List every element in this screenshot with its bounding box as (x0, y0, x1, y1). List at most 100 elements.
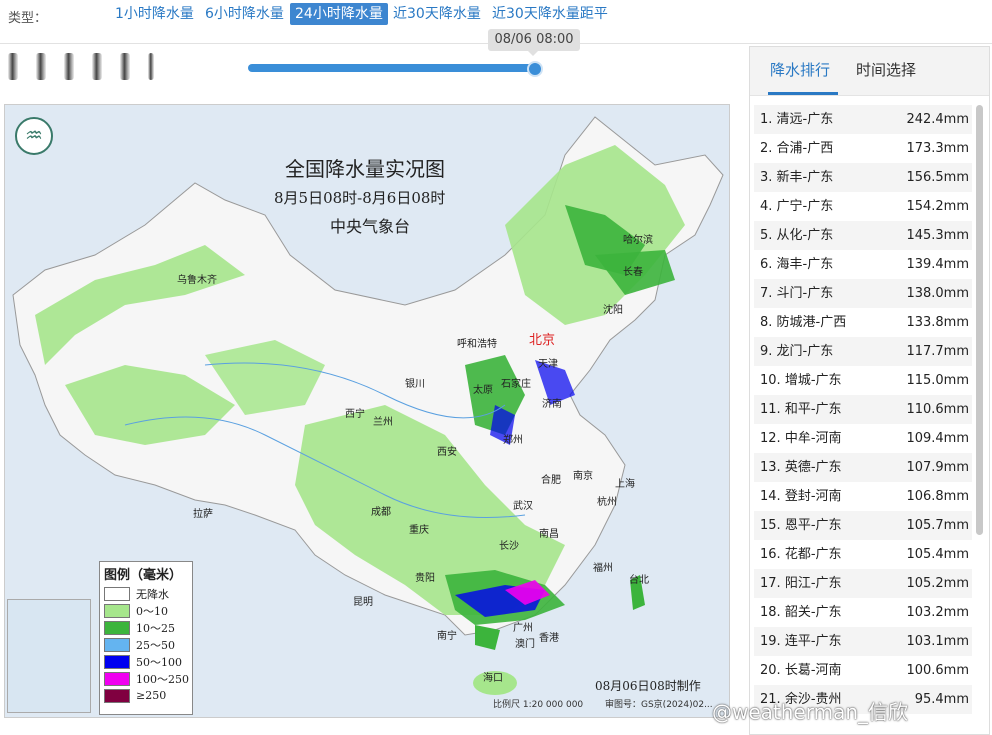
precip-map: ♒ 全国降水量实况图 8月5日08时-8月6日08时 中央气象台 哈尔滨 长春 … (4, 104, 730, 718)
city-label: 武汉 (513, 501, 533, 512)
ranking-rank: 10. (760, 373, 781, 388)
panel-tabs: 降水排行 时间选择 (750, 47, 989, 96)
city-label: 台北 (629, 575, 649, 586)
frame-thumb[interactable] (36, 53, 46, 80)
ranking-name: 增城-广东 (784, 373, 842, 388)
ranking-station: 14. 登封-河南 (760, 482, 842, 511)
map-org: 中央气象台 (330, 217, 411, 236)
ranking-row[interactable]: 9. 龙门-广东 117.7mm (754, 337, 972, 366)
ranking-row[interactable]: 2. 合浦-广西 173.3mm (754, 134, 972, 163)
ranking-rank: 17. (760, 576, 781, 591)
legend-item: 100～250 (100, 670, 192, 687)
frame-thumb[interactable] (148, 53, 154, 80)
tab-30d-anomaly[interactable]: 近30天降水量距平 (487, 3, 613, 25)
time-slider-handle[interactable] (527, 61, 543, 77)
legend-swatch (104, 637, 130, 652)
tab-1h-precip[interactable]: 1小时降水量 (110, 3, 199, 25)
ranking-station: 1. 清远-广东 (760, 105, 833, 134)
ranking-value: 110.6mm (906, 402, 969, 417)
city-label: 昆明 (353, 597, 373, 608)
ranking-rank: 6. (760, 257, 773, 272)
city-label: 长沙 (499, 541, 519, 552)
city-label: 太原 (473, 385, 493, 396)
ranking-name: 英德-广东 (784, 460, 842, 475)
ranking-row[interactable]: 20. 长葛-河南 100.6mm (754, 656, 972, 685)
frame-thumb[interactable] (64, 53, 74, 80)
legend-item: 10～25 (100, 619, 192, 636)
ranking-row[interactable]: 13. 英德-广东 107.9mm (754, 453, 972, 482)
ranking-rank: 3. (760, 170, 773, 185)
tab-30d-precip[interactable]: 近30天降水量 (388, 3, 486, 25)
legend-swatch (104, 671, 130, 686)
ranking-value: 138.0mm (906, 286, 969, 301)
time-slider[interactable] (248, 64, 538, 72)
ranking-value: 109.4mm (906, 431, 969, 446)
city-label: 上海 (615, 479, 635, 490)
ranking-name: 广宁-广东 (776, 199, 834, 214)
city-label: 杭州 (597, 497, 617, 508)
tab-time-select[interactable]: 时间选择 (856, 59, 916, 80)
ranking-row[interactable]: 11. 和平-广东 110.6mm (754, 395, 972, 424)
ranking-station: 19. 连平-广东 (760, 627, 842, 656)
ranking-rank: 4. (760, 199, 773, 214)
ranking-row[interactable]: 18. 韶关-广东 103.2mm (754, 598, 972, 627)
ranking-rank: 5. (760, 228, 773, 243)
ranking-row[interactable]: 16. 花都-广东 105.4mm (754, 540, 972, 569)
ranking-row[interactable]: 8. 防城港-广西 133.8mm (754, 308, 972, 337)
city-label: 兰州 (373, 417, 393, 428)
ranking-value: 133.8mm (906, 315, 969, 330)
ranking-value: 139.4mm (906, 257, 969, 272)
ranking-rank: 18. (760, 605, 781, 620)
ranking-row[interactable]: 1. 清远-广东 242.4mm (754, 105, 972, 134)
ranking-name: 新丰-广东 (776, 170, 834, 185)
ranking-row[interactable]: 15. 恩平-广东 105.7mm (754, 511, 972, 540)
ranking-row[interactable]: 7. 斗门-广东 138.0mm (754, 279, 972, 308)
ranking-station: 13. 英德-广东 (760, 453, 842, 482)
map-scale: 比例尺 1:20 000 000 (493, 700, 584, 710)
watermark: @weatherman_信欣 (712, 700, 909, 724)
tab-24h-precip[interactable]: 24小时降水量 (290, 3, 388, 25)
ranking-station: 6. 海丰-广东 (760, 250, 833, 279)
ranking-row[interactable]: 12. 中牟-河南 109.4mm (754, 424, 972, 453)
ranking-value: 117.7mm (906, 344, 969, 359)
ranking-list: 1. 清远-广东 242.4mm 2. 合浦-广西 173.3mm 3. 新丰-广东 15… (754, 105, 972, 714)
frame-thumb[interactable] (120, 53, 130, 80)
ranking-row[interactable]: 3. 新丰-广东 156.5mm (754, 163, 972, 192)
city-label: 香港 (539, 633, 559, 644)
ranking-rank: 12. (760, 431, 781, 446)
ranking-row[interactable]: 19. 连平-广东 103.1mm (754, 627, 972, 656)
city-label: 郑州 (503, 435, 523, 446)
ranking-row[interactable]: 6. 海丰-广东 139.4mm (754, 250, 972, 279)
ranking-value: 154.2mm (906, 199, 969, 214)
ranking-row[interactable]: 17. 阳江-广东 105.2mm (754, 569, 972, 598)
frame-thumb[interactable] (8, 53, 18, 80)
ranking-row[interactable]: 4. 广宁-广东 154.2mm (754, 192, 972, 221)
tab-precip-ranking[interactable]: 降水排行 (770, 59, 830, 80)
ranking-rank: 7. (760, 286, 773, 301)
city-label: 哈尔滨 (623, 235, 653, 246)
frame-thumb[interactable] (92, 53, 102, 80)
ranking-station: 5. 从化-广东 (760, 221, 833, 250)
ranking-value: 100.6mm (906, 663, 969, 678)
map-title: 全国降水量实况图 (285, 157, 445, 181)
scrollbar[interactable] (976, 105, 983, 535)
ranking-value: 106.8mm (906, 489, 969, 504)
ranking-row[interactable]: 5. 从化-广东 145.3mm (754, 221, 972, 250)
ranking-name: 中牟-河南 (784, 431, 842, 446)
city-label: 乌鲁木齐 (177, 275, 217, 286)
ranking-row[interactable]: 14. 登封-河南 106.8mm (754, 482, 972, 511)
ranking-name: 长葛-河南 (784, 663, 842, 678)
city-label: 贵阳 (415, 573, 435, 584)
ranking-station: 18. 韶关-广东 (760, 598, 842, 627)
ranking-row[interactable]: 10. 增城-广东 115.0mm (754, 366, 972, 395)
city-label: 西宁 (345, 409, 365, 420)
tab-6h-precip[interactable]: 6小时降水量 (200, 3, 289, 25)
city-label: 广州 (513, 623, 533, 634)
ranking-name: 清远-广东 (776, 112, 834, 127)
city-label: 银川 (405, 379, 425, 390)
ranking-station: 2. 合浦-广西 (760, 134, 833, 163)
ranking-value: 103.1mm (906, 634, 969, 649)
legend-swatch (104, 603, 130, 618)
active-tab-indicator (768, 92, 838, 95)
city-label: 重庆 (409, 525, 429, 536)
